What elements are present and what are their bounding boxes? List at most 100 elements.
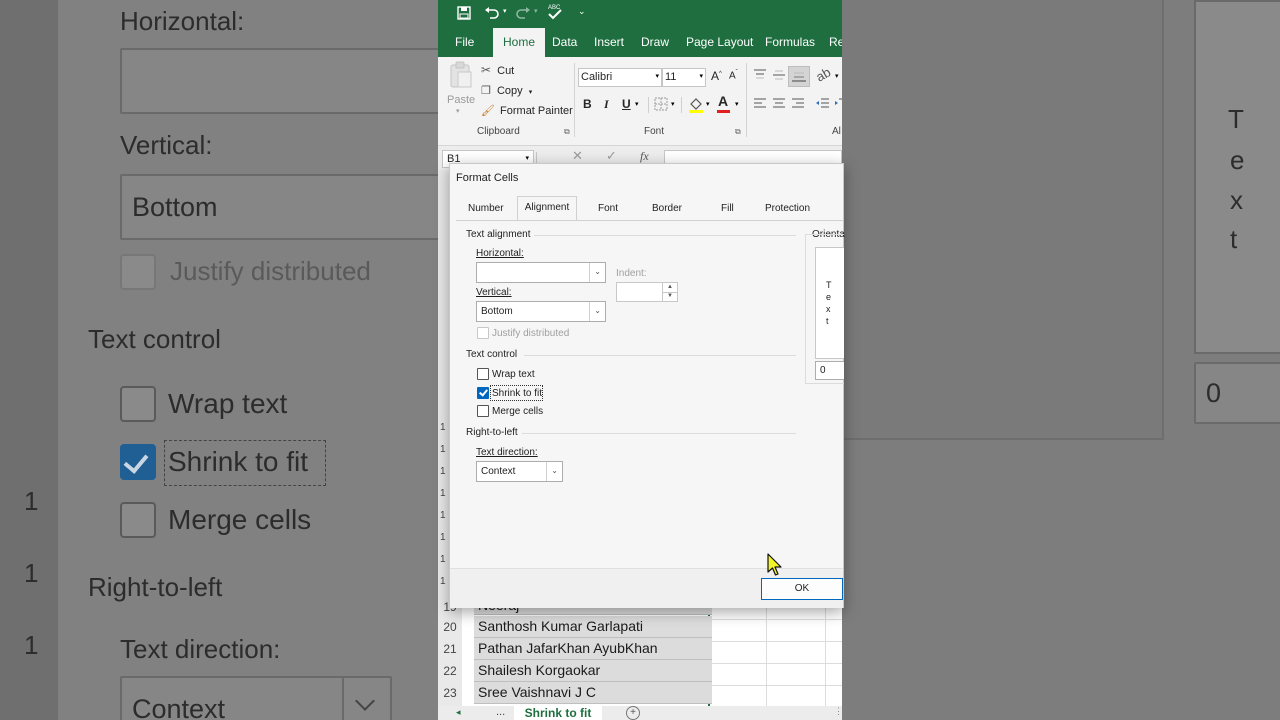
wrap-text-checkbox[interactable] [477, 368, 489, 380]
tab-data[interactable]: Data [552, 28, 577, 57]
decrease-indent-icon[interactable] [816, 98, 830, 110]
align-right-icon[interactable] [791, 98, 805, 110]
top-align-icon[interactable] [753, 69, 767, 81]
paste-dropdown-icon[interactable]: ▾ [456, 107, 460, 115]
row-number: 1 [440, 444, 446, 455]
ok-button[interactable]: OK [761, 578, 843, 600]
dialog-title: Format Cells [456, 172, 519, 184]
sheet-tab-shrink-to-fit[interactable]: Shrink to fit [514, 706, 602, 720]
fill-color-icon[interactable] [688, 96, 704, 114]
tab-formulas[interactable]: Formulas [765, 28, 815, 57]
column-c-cells[interactable] [767, 598, 826, 707]
underline-button[interactable]: U [622, 97, 631, 111]
name-cell[interactable]: Shailesh Korgaokar [474, 660, 712, 682]
background-wrap-label: Wrap text [168, 388, 288, 419]
customize-toolbar-icon[interactable]: ⌄ [578, 6, 586, 17]
copy-button[interactable]: ❐ Copy ▾ [481, 84, 532, 97]
font-size-select[interactable]: 11 ▾ [662, 68, 706, 87]
tab-border[interactable]: Border [652, 198, 682, 220]
middle-align-icon[interactable] [772, 69, 786, 81]
tab-insert[interactable]: Insert [594, 28, 624, 57]
background-row-strip [0, 0, 58, 720]
redo-icon[interactable] [515, 6, 531, 20]
orientation-icon[interactable]: ab [813, 64, 833, 84]
gridline [710, 619, 842, 620]
orientation-letter: x [826, 304, 831, 314]
underline-dropdown-icon[interactable]: ▾ [635, 100, 639, 108]
sheet-more-button[interactable]: ... [496, 706, 505, 718]
name-cell[interactable]: Santhosh Kumar Garlapati [474, 616, 712, 638]
bottom-align-icon [792, 72, 806, 82]
justify-distributed-checkbox[interactable] [477, 327, 489, 339]
paintbrush-icon: 🖌 [481, 105, 495, 117]
add-sheet-icon[interactable]: + [626, 706, 640, 720]
tab-alignment[interactable]: Alignment [517, 196, 577, 221]
spinner-down-icon[interactable]: ▼ [662, 292, 677, 301]
decrease-font-size-icon[interactable]: Aˇ [729, 70, 738, 81]
align-center-icon[interactable] [772, 98, 786, 110]
row-number: 1 [440, 510, 446, 521]
italic-button[interactable]: I [604, 97, 609, 112]
redo-dropdown-icon[interactable]: ▾ [534, 7, 538, 15]
background-merge-label: Merge cells [168, 504, 312, 535]
spelling-check-icon[interactable]: ABC [547, 3, 563, 21]
orientation-text-box[interactable]: T e x t [815, 247, 844, 359]
name-cell[interactable]: Sree Vaishnavi J C [474, 682, 712, 704]
format-cells-dialog: Format Cells Number Alignment Font Borde… [449, 163, 845, 608]
tab-fill[interactable]: Fill [721, 198, 734, 220]
tab-font[interactable]: Font [598, 198, 618, 220]
shrink-to-fit-checkbox[interactable] [477, 387, 489, 399]
tab-page-layout[interactable]: Page Layout [686, 28, 753, 57]
quick-access-toolbar: ▾ ▾ ABC ⌄ [438, 0, 842, 28]
format-painter-button[interactable]: 🖌 Format Painter [481, 104, 573, 117]
font-launcher-icon[interactable]: ⧉ [735, 127, 741, 137]
column-b-cells[interactable] [710, 598, 767, 707]
confirm-entry-icon[interactable]: ✓ [606, 148, 617, 164]
font-color-dropdown-icon[interactable]: ▾ [735, 100, 739, 108]
bold-button[interactable]: B [583, 97, 592, 111]
tab-file[interactable]: File [455, 28, 474, 57]
horizontal-select[interactable]: ⌄ [476, 262, 606, 283]
paste-button[interactable] [448, 61, 474, 96]
sheet-prev-icon[interactable]: ◂ [456, 707, 461, 718]
font-color-button[interactable]: A [718, 93, 728, 109]
clipboard-launcher-icon[interactable]: ⧉ [564, 127, 570, 137]
tab-draw[interactable]: Draw [641, 28, 669, 57]
merge-cells-checkbox[interactable] [477, 405, 489, 417]
sheet-tab-bar: ◂ ... Shrink to fit + ⋮ [438, 706, 842, 720]
tab-review[interactable]: Re [829, 28, 842, 57]
save-icon[interactable] [457, 6, 471, 20]
orientation-dropdown-icon[interactable]: ▾ [835, 72, 839, 80]
borders-icon[interactable] [654, 97, 668, 111]
align-left-icon[interactable] [753, 98, 767, 110]
vertical-select[interactable]: Bottom ⌄ [476, 301, 606, 322]
font-name-select[interactable]: Calibri ▾ [578, 68, 662, 87]
increase-font-size-icon[interactable]: A^ [711, 69, 722, 83]
row-number: 1 [440, 422, 446, 433]
tab-number[interactable]: Number [468, 198, 504, 220]
bottom-align-button[interactable] [788, 66, 810, 87]
tab-home[interactable]: Home [493, 28, 546, 57]
increase-indent-icon[interactable] [835, 98, 842, 110]
background-wrap-check [120, 386, 156, 422]
tab-protection[interactable]: Protection [765, 198, 810, 220]
indent-spinner[interactable]: ▲ ▼ [616, 282, 678, 302]
insert-function-button[interactable]: fx [640, 149, 649, 164]
text-direction-select[interactable]: Context ⌄ [476, 461, 563, 482]
degrees-spinner[interactable]: 0 [815, 361, 844, 380]
sheet-options-icon[interactable]: ⋮ [834, 706, 842, 717]
degrees-value: 0 [820, 365, 826, 376]
mouse-cursor-icon [767, 553, 782, 576]
borders-dropdown-icon[interactable]: ▾ [671, 100, 675, 108]
format-painter-label: Format Painter [500, 105, 573, 117]
name-cell[interactable]: Pathan JafarKhan AyubKhan [474, 638, 712, 660]
undo-dropdown-icon[interactable]: ▾ [503, 7, 507, 15]
cut-button[interactable]: ✂ Cut [481, 63, 514, 77]
background-degrees-value: 0 [1206, 378, 1222, 408]
fill-color-dropdown-icon[interactable]: ▾ [706, 100, 710, 108]
cancel-entry-icon[interactable]: ✕ [572, 148, 583, 164]
gridline [710, 685, 842, 686]
undo-icon[interactable] [484, 6, 500, 20]
paste-label: Paste [447, 94, 476, 106]
copy-dropdown-icon[interactable]: ▾ [529, 89, 533, 96]
